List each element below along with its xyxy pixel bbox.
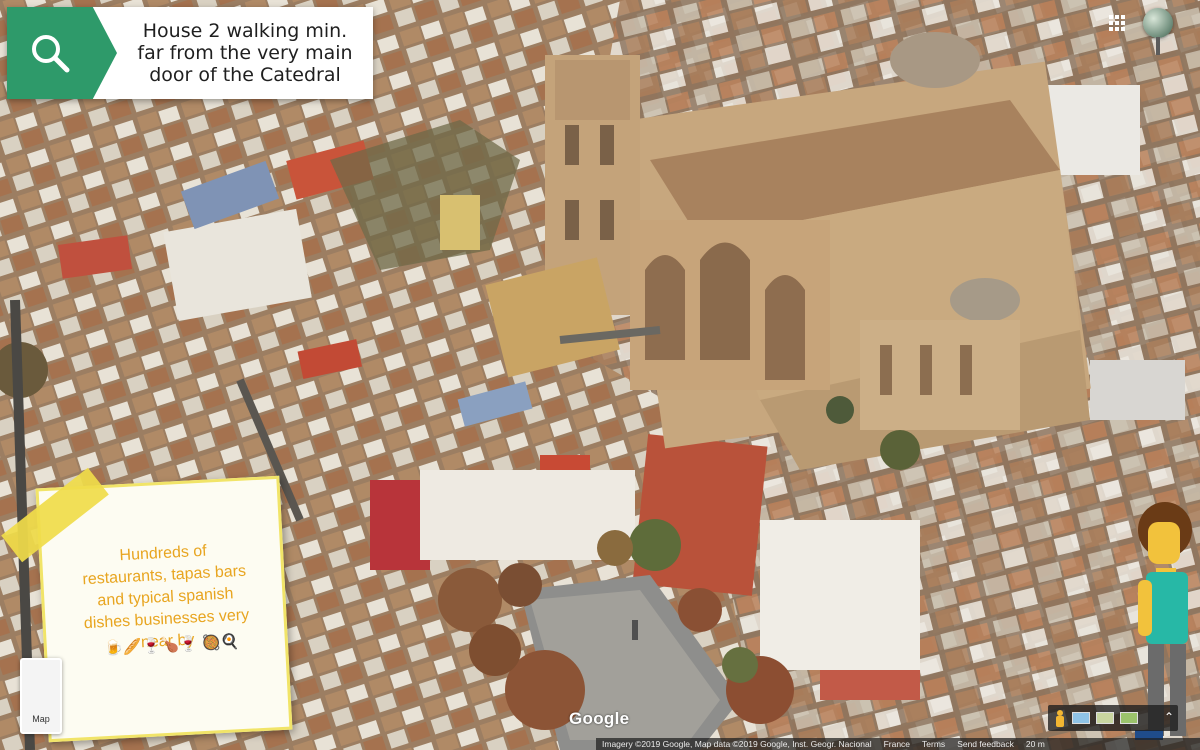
- apps-grid-icon[interactable]: [1108, 14, 1126, 32]
- scale-label[interactable]: 20 m: [1026, 739, 1045, 749]
- caption-body: House 2 walking min. far from the very m…: [93, 7, 373, 99]
- layer-thumb-blue[interactable]: [1072, 712, 1090, 724]
- google-logo: Google: [569, 709, 630, 728]
- pegman-icon[interactable]: [1054, 709, 1066, 727]
- country-label[interactable]: France: [884, 739, 910, 749]
- chevron-up-icon[interactable]: ⌃: [1160, 706, 1178, 728]
- send-feedback-link[interactable]: Send feedback: [957, 739, 1014, 749]
- map-toggle-button[interactable]: Map: [20, 658, 62, 734]
- layer-thumb-satellite[interactable]: [1096, 712, 1114, 724]
- layer-thumb-green[interactable]: [1120, 712, 1138, 724]
- globe-stand: [1156, 37, 1160, 55]
- attribution-bar: Imagery ©2019 Google, Map data ©2019 Goo…: [596, 738, 1200, 750]
- globe-icon[interactable]: [1143, 8, 1173, 38]
- caption-card: House 2 walking min. far from the very m…: [7, 7, 373, 99]
- caption-text: House 2 walking min. far from the very m…: [137, 20, 353, 86]
- terms-link[interactable]: Terms: [922, 739, 945, 749]
- layers-control[interactable]: [1048, 705, 1178, 731]
- imagery-credit: Imagery ©2019 Google, Map data ©2019 Goo…: [602, 739, 872, 749]
- map-toggle-label: Map: [32, 714, 50, 724]
- search-icon: [32, 35, 70, 73]
